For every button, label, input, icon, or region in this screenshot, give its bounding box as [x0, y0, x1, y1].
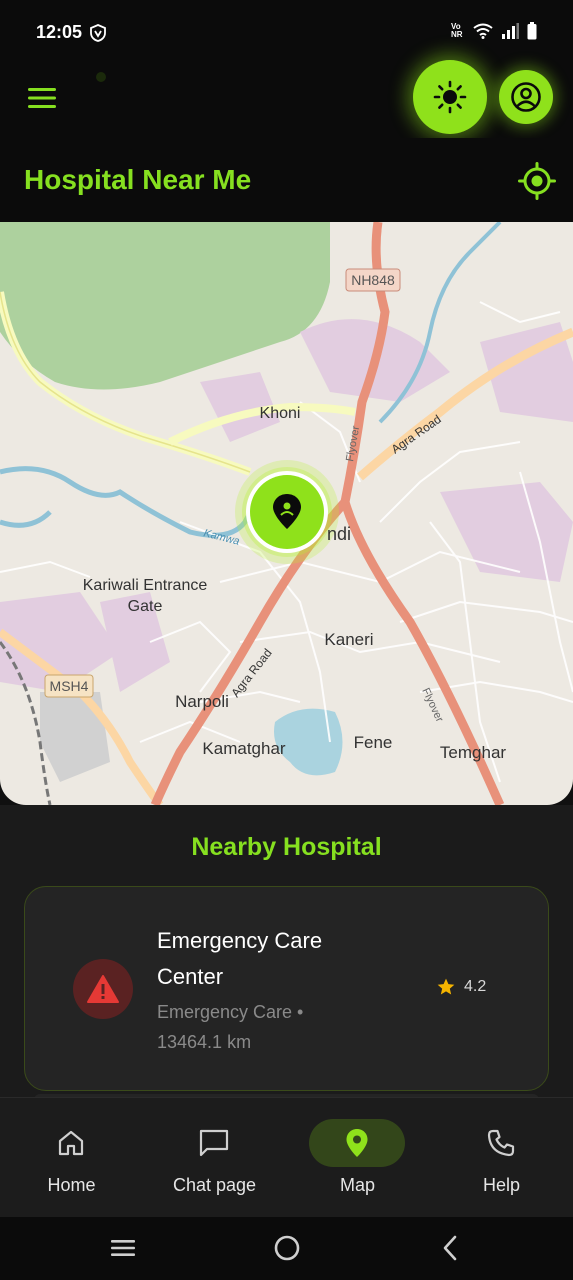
volte-indicator: Vo NR [451, 23, 465, 39]
decorative-dot [96, 72, 106, 82]
map-label-kariwali-2: Gate [128, 598, 163, 615]
battery-icon [527, 22, 537, 40]
map-label-khoni: Khoni [260, 405, 301, 422]
map-label-msh4: MSH4 [50, 678, 89, 694]
theme-toggle-button[interactable] [413, 60, 487, 134]
location-marker[interactable] [246, 471, 328, 553]
map-label-temghar: Temghar [440, 743, 506, 762]
warning-triangle-icon [87, 975, 119, 1003]
map-pin-icon [346, 1129, 368, 1157]
home-circle-icon[interactable] [272, 1233, 302, 1263]
hospital-details: Emergency Care • 13464.1 km [157, 997, 377, 1057]
status-bar: 12:05 Vo NR [0, 0, 573, 60]
signal-icon [502, 23, 519, 39]
nav-help-label: Help [482, 1175, 521, 1195]
back-icon[interactable] [436, 1233, 466, 1263]
nav-chat-label: Chat page [172, 1175, 257, 1195]
bottom-navigation: Home Chat page Map Help [0, 1097, 573, 1217]
nav-home-pill [23, 1119, 119, 1167]
industrial-area [40, 692, 110, 782]
chat-bubble-icon [199, 1129, 229, 1157]
star-icon [437, 978, 455, 995]
nav-help[interactable]: Help [430, 1098, 573, 1218]
hamburger-menu-icon[interactable] [26, 84, 58, 112]
wifi-icon [473, 23, 493, 39]
vpn-shield-icon [90, 24, 106, 42]
page-title: Hospital Near Me [24, 164, 252, 195]
sun-icon [433, 80, 467, 114]
nav-home[interactable]: Home [0, 1098, 143, 1218]
map-view[interactable]: NH848 MSH4 Khoni Agra Road Agra Road Fly… [0, 222, 573, 805]
section-title: Nearby Hospital [191, 833, 382, 861]
map-label-nh848: NH848 [351, 272, 395, 288]
forest-area [0, 222, 330, 390]
nearby-sheet: Nearby Hospital Emergency Care Center Em… [0, 805, 573, 1100]
volte-bottom: NR [451, 30, 463, 39]
river [0, 466, 271, 538]
recents-icon[interactable] [108, 1233, 138, 1263]
nav-home-label: Home [47, 1175, 96, 1195]
nav-chat-pill [166, 1119, 262, 1167]
status-time: 12:05 [36, 22, 83, 42]
profile-button[interactable] [499, 70, 553, 124]
hospital-type-badge [73, 959, 133, 1019]
hospital-name-line2: Center [157, 964, 224, 989]
map-label-agra-road-ne: Agra Road [389, 412, 444, 456]
rating-value: 4.2 [464, 978, 487, 995]
nav-help-pill [453, 1119, 549, 1167]
hospital-name-line1: Emergency Care [157, 928, 323, 953]
map-label-bhiwandi: ndi [327, 524, 351, 544]
map-canvas[interactable]: NH848 MSH4 Khoni Agra Road Agra Road Fly… [0, 222, 573, 805]
map-label-kariwali-1: Kariwali Entrance [83, 577, 208, 594]
map-label-kamatghar: Kamatghar [202, 739, 285, 758]
nav-map-pill [309, 1119, 405, 1167]
hospital-card[interactable]: Emergency Care Center Emergency Care • 1… [24, 886, 549, 1091]
user-circle-icon [511, 82, 541, 112]
river [0, 510, 52, 528]
home-icon [58, 1130, 84, 1156]
nav-map[interactable]: Map [286, 1098, 429, 1218]
map-label-fene: Fene [354, 733, 393, 752]
system-navigation [0, 1217, 573, 1280]
map-label-flyover-s: Flyover [419, 686, 445, 724]
hospital-type: Emergency Care • [157, 1002, 304, 1022]
hospital-name: Emergency Care Center [157, 923, 387, 995]
title-bar: Hospital Near Me [0, 138, 573, 222]
hospital-distance: 13464.1 km [157, 1032, 252, 1052]
phone-icon [487, 1129, 515, 1157]
nav-chat[interactable]: Chat page [143, 1098, 286, 1218]
map-label-kaneri: Kaneri [324, 630, 373, 649]
hospital-rating: 4.2 [436, 977, 486, 997]
nav-map-label: Map [339, 1175, 375, 1195]
map-label-narpoli: Narpoli [175, 692, 229, 711]
gps-target-icon[interactable] [518, 162, 556, 200]
app-bar [0, 60, 573, 138]
